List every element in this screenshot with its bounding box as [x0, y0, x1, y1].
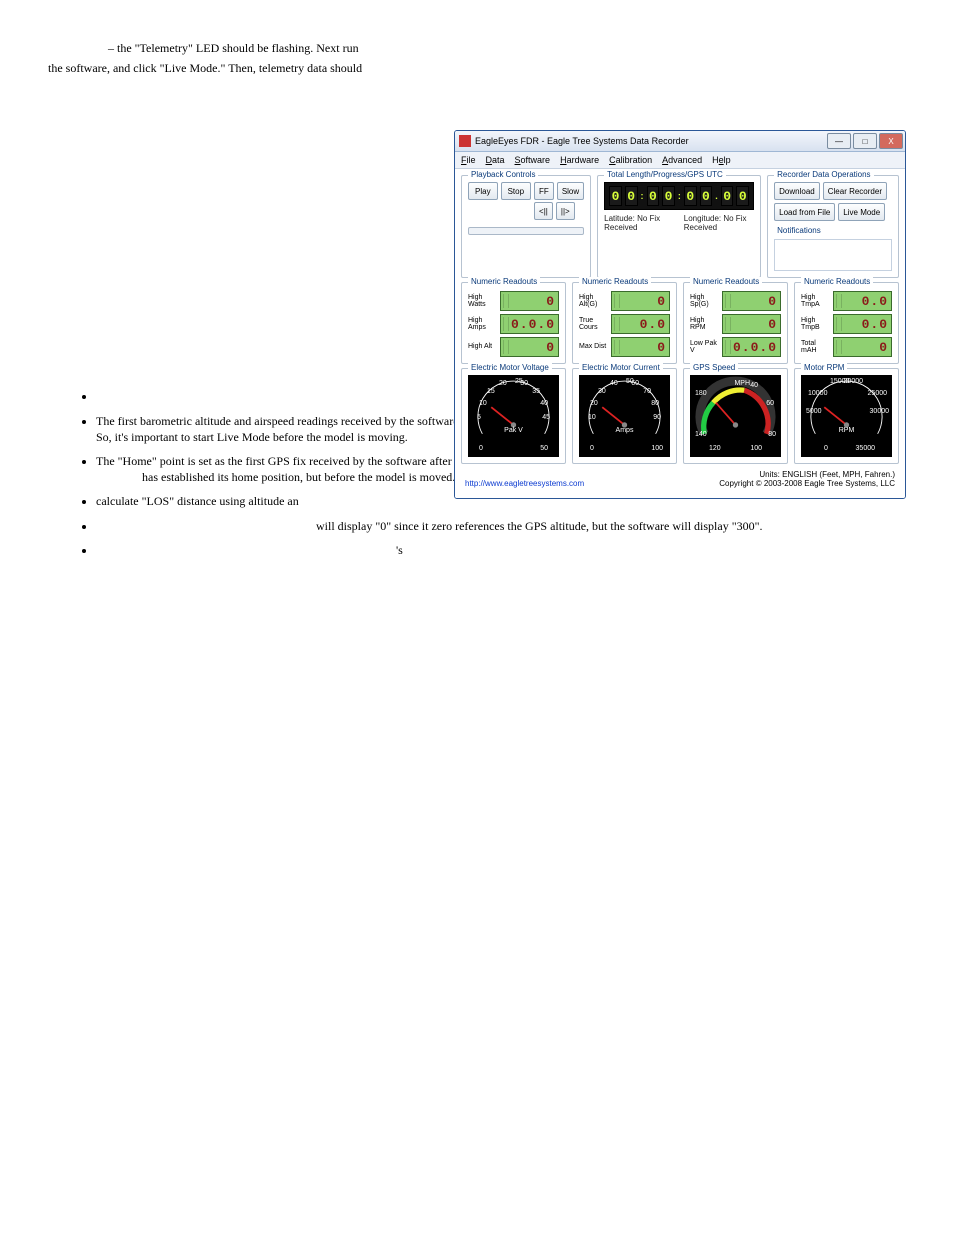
- gauge-legend-speed: GPS Speed: [690, 363, 738, 372]
- lcd-readout: 0: [833, 337, 892, 357]
- gauge-unit: RPM: [839, 427, 855, 434]
- app-window: EagleEyes FDR - Eagle Tree Systems Data …: [454, 130, 906, 458]
- app-icon: [459, 135, 471, 147]
- lcd-readout: 0: [611, 291, 670, 311]
- lcd-readout: 0.0: [833, 291, 892, 311]
- numeric-legend-3: Numeric Readouts: [690, 277, 762, 286]
- copyright: Copyright © 2003-2008 Eagle Tree Systems…: [719, 479, 895, 488]
- window-title: EagleEyes FDR - Eagle Tree Systems Data …: [475, 136, 827, 146]
- od-seg: 0: [736, 186, 749, 206]
- gauge-unit: Pak V: [504, 427, 523, 434]
- od-colon: .: [715, 191, 718, 201]
- step-back-button[interactable]: <||: [534, 202, 553, 220]
- readout-label: High TmpB: [801, 317, 829, 332]
- gauge-current: Amps 0102030405060708090100: [579, 375, 670, 457]
- load-from-file-button[interactable]: Load from File: [774, 203, 835, 221]
- menu-file[interactable]: FFileile: [461, 155, 476, 165]
- notifications-area: [774, 239, 892, 271]
- footer-url[interactable]: http://www.eagletreesystems.com: [465, 479, 584, 488]
- numeric-legend-1: Numeric Readouts: [468, 277, 540, 286]
- od-colon: :: [678, 191, 681, 201]
- numeric-readouts-row: Numeric Readouts High Watts0 High Amps0.…: [461, 282, 899, 364]
- minimize-button[interactable]: —: [827, 133, 851, 149]
- slow-button[interactable]: Slow: [557, 182, 584, 200]
- stop-button[interactable]: Stop: [501, 182, 531, 200]
- latitude-readout: Latitude: No Fix Received: [604, 214, 670, 232]
- numeric-legend-4: Numeric Readouts: [801, 277, 873, 286]
- menu-software[interactable]: Software: [515, 155, 551, 165]
- readout-label: Low Pak V: [690, 340, 718, 355]
- lcd-readout: 0: [722, 291, 781, 311]
- units-label: Units: ENGLISH (Feet, MPH, Fahren.): [759, 470, 895, 479]
- readout-label: Max Dist: [579, 343, 607, 350]
- od-seg: 0: [700, 186, 713, 206]
- readout-label: High Alt(G): [579, 294, 607, 309]
- gauge-row: Electric Motor Voltage Pak V 05101520253…: [461, 368, 899, 464]
- od-colon: :: [641, 191, 644, 201]
- progress-legend: Total Length/Progress/GPS UTC: [604, 170, 726, 179]
- playback-controls-group: Playback Controls Play Stop FF Slow: [461, 175, 591, 278]
- menu-data[interactable]: Data: [486, 155, 505, 165]
- readout-label: True Cours: [579, 317, 607, 332]
- gauge-legend-rpm: Motor RPM: [801, 363, 847, 372]
- recorder-operations-group: Recorder Data Operations Download Clear …: [767, 175, 899, 278]
- readout-label: High TmpA: [801, 294, 829, 309]
- playback-legend: Playback Controls: [468, 170, 538, 179]
- lcd-readout: 0.0: [833, 314, 892, 334]
- menu-calibration[interactable]: Calibration: [609, 155, 652, 165]
- numeric-legend-2: Numeric Readouts: [579, 277, 651, 286]
- lcd-readout: 0.0.0: [722, 337, 781, 357]
- menu-hardware[interactable]: Hardware: [560, 155, 599, 165]
- longitude-readout: Longitude: No Fix Received: [684, 214, 754, 232]
- close-button[interactable]: X: [879, 133, 903, 149]
- bullet-apostrophe-s: 's: [96, 542, 906, 558]
- lcd-readout: 0: [500, 337, 559, 357]
- step-fwd-button[interactable]: ||>: [556, 202, 575, 220]
- intro-line-2: the software, and click "Live Mode." The…: [48, 60, 438, 76]
- lcd-readout: 0: [611, 337, 670, 357]
- menubar: FFileile Data Software Hardware Calibrat…: [455, 152, 905, 169]
- menu-help[interactable]: Help: [712, 155, 731, 165]
- gauge-speed: MPH 180608010012014040: [690, 375, 781, 457]
- app-footer: http://www.eagletreesystems.com Units: E…: [461, 468, 899, 492]
- gauge-legend-current: Electric Motor Current: [579, 363, 663, 372]
- play-button[interactable]: Play: [468, 182, 498, 200]
- notifications-legend: Notifications: [774, 226, 824, 235]
- lcd-readout: 0: [500, 291, 559, 311]
- od-seg: 0: [662, 186, 675, 206]
- clear-recorder-button[interactable]: Clear Recorder: [823, 182, 887, 200]
- gauge-legend-voltage: Electric Motor Voltage: [468, 363, 552, 372]
- bullet-gps-zero: will display "0" since it zero reference…: [96, 518, 906, 534]
- readout-label: High RPM: [690, 317, 718, 332]
- od-seg: 0: [625, 186, 638, 206]
- lcd-readout: 0.0.0: [500, 314, 559, 334]
- download-button[interactable]: Download: [774, 182, 820, 200]
- lcd-readout: 0: [722, 314, 781, 334]
- gauge-voltage: Pak V 05101520253035404550: [468, 375, 559, 457]
- recorder-ops-legend: Recorder Data Operations: [774, 170, 873, 179]
- maximize-button[interactable]: □: [853, 133, 877, 149]
- progress-group: Total Length/Progress/GPS UTC 0 0 : 0 0 …: [597, 175, 761, 278]
- gauge-rpm: RPM 05000100001500020000250003000035000: [801, 375, 892, 457]
- od-seg: 0: [647, 186, 660, 206]
- readout-label: High Sp(G): [690, 294, 718, 309]
- ff-button[interactable]: FF: [534, 182, 554, 200]
- lcd-readout: 0.0: [611, 314, 670, 334]
- playback-slider[interactable]: [468, 227, 584, 235]
- intro-line-1: – the "Telemetry" LED should be flashing…: [48, 40, 438, 56]
- readout-label: High Watts: [468, 294, 496, 309]
- od-seg: 0: [721, 186, 734, 206]
- od-seg: 0: [684, 186, 697, 206]
- live-mode-button[interactable]: Live Mode: [838, 203, 885, 221]
- readout-label: Total mAH: [801, 340, 829, 355]
- odometer: 0 0 : 0 0 : 0 0 . 0 0: [604, 182, 754, 210]
- titlebar[interactable]: EagleEyes FDR - Eagle Tree Systems Data …: [455, 131, 905, 152]
- od-seg: 0: [609, 186, 622, 206]
- readout-label: High Amps: [468, 317, 496, 332]
- menu-advanced[interactable]: Advanced: [662, 155, 702, 165]
- gauge-unit: MPH: [734, 380, 750, 387]
- readout-label: High Alt: [468, 343, 496, 350]
- gauge-unit: Amps: [616, 427, 634, 434]
